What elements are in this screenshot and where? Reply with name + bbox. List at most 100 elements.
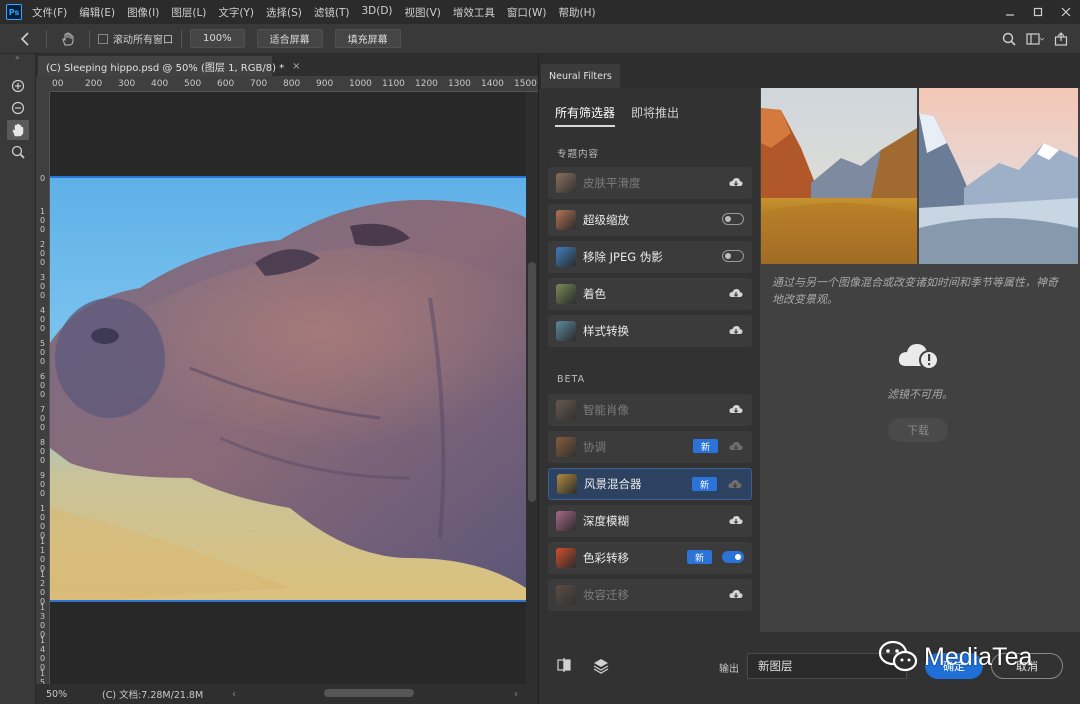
scroll-right-icon[interactable]: ›: [514, 689, 518, 700]
download-button[interactable]: 下载: [888, 418, 948, 442]
menu-item[interactable]: 3D(D): [361, 5, 392, 20]
scroll-all-checkbox[interactable]: [98, 33, 108, 44]
compare-view-icon[interactable]: [557, 658, 571, 675]
cloud-download-icon[interactable]: [728, 287, 744, 299]
filter-item[interactable]: 移除 JPEG 伪影: [548, 241, 752, 273]
status-doc-size[interactable]: (C) 文档:7.28M/21.8M: [102, 687, 203, 701]
filter-thumbnail: [556, 210, 576, 230]
minimize-icon[interactable]: [996, 0, 1024, 24]
filter-name: 色彩转移: [583, 551, 629, 565]
menu-item[interactable]: 选择(S): [266, 5, 302, 20]
wechat-icon: [878, 640, 918, 672]
layers-icon[interactable]: [593, 658, 609, 677]
document-tab[interactable]: (C) Sleeping hippo.psd @ 50% (图层 1, RGB/…: [38, 56, 301, 76]
tab-coming-soon[interactable]: 即将推出: [631, 104, 679, 127]
filter-name: 着色: [583, 287, 606, 301]
filter-toggle[interactable]: [722, 213, 744, 225]
menu-item[interactable]: 编辑(E): [79, 5, 115, 20]
divider: [181, 29, 182, 48]
filter-item[interactable]: 智能肖像: [548, 394, 752, 426]
menu-items: 文件(F) 编辑(E) 图像(I) 图层(L) 文字(Y) 选择(S) 滤镜(T) 3D(D)…: [32, 5, 608, 20]
back-arrow-icon[interactable]: [12, 26, 38, 52]
menu-item[interactable]: 文字(Y): [218, 5, 254, 20]
ruler-tick-label: 6 0 0: [40, 372, 46, 399]
filter-item[interactable]: 深度模糊: [548, 505, 752, 537]
menu-item[interactable]: 增效工具: [453, 5, 495, 20]
workspace-icon[interactable]: [1022, 26, 1048, 52]
cloud-download-icon[interactable]: [728, 514, 744, 526]
ruler-tick-label: 300: [118, 79, 136, 89]
ruler-tick-label: 3 0 0: [40, 273, 46, 300]
menu-item[interactable]: 视图(V): [405, 5, 441, 20]
horizontal-scroll-thumb[interactable]: [324, 689, 414, 697]
zoom-in-icon[interactable]: [7, 76, 29, 96]
filter-item[interactable]: 协调 新: [548, 431, 752, 463]
panel-grip-icon[interactable]: »: [0, 54, 35, 62]
beta-section-heading: BETA: [557, 374, 586, 385]
zoom-tool-icon[interactable]: [7, 142, 29, 162]
filter-toggle[interactable]: [722, 551, 744, 563]
menu-item[interactable]: 文件(F): [32, 5, 67, 20]
filter-unavailable-text: 滤镜不可用。: [887, 388, 953, 401]
filter-thumbnail: [556, 247, 576, 267]
filter-item[interactable]: 风景混合器 新: [548, 468, 752, 500]
filter-name: 智能肖像: [583, 403, 629, 417]
close-tab-icon[interactable]: ×: [292, 61, 300, 72]
fill-screen-button[interactable]: 填充屏幕: [334, 29, 401, 48]
vertical-scrollbar[interactable]: [526, 92, 538, 684]
filter-name: 移除 JPEG 伪影: [583, 250, 663, 264]
vertical-scroll-thumb[interactable]: [528, 262, 536, 502]
cloud-download-icon[interactable]: [728, 440, 744, 452]
featured-section-heading: 专题内容: [557, 149, 600, 160]
ruler-tick-label: 700: [250, 79, 268, 89]
filter-description: 通过与另一个图像混合或改变诸如时间和季节等属性，神奇地改变景观。: [772, 276, 1058, 306]
close-icon[interactable]: [1052, 0, 1080, 24]
filter-item[interactable]: 妆容迁移: [548, 579, 752, 611]
cloud-download-icon[interactable]: [728, 588, 744, 600]
cloud-download-icon[interactable]: [727, 478, 743, 490]
share-icon[interactable]: [1048, 26, 1074, 52]
cloud-download-icon[interactable]: [728, 324, 744, 336]
neural-filters-tab[interactable]: Neural Filters: [541, 64, 620, 88]
ruler-tick-label: 1 5 0 0: [40, 669, 46, 684]
maximize-icon[interactable]: [1024, 0, 1052, 24]
fit-screen-button[interactable]: 适合屏幕: [256, 29, 323, 48]
search-icon[interactable]: [996, 26, 1022, 52]
scroll-left-icon[interactable]: ‹: [232, 689, 236, 700]
filter-actions: [728, 315, 744, 345]
filter-detail-panel: 通过与另一个图像混合或改变诸如时间和季节等属性，神奇地改变景观。 滤镜不可用。 …: [760, 88, 1080, 632]
menu-item[interactable]: 帮助(H): [559, 5, 596, 20]
menu-item[interactable]: 滤镜(T): [314, 5, 350, 20]
hippo-image[interactable]: [50, 176, 526, 602]
zoom-100-button[interactable]: 100%: [190, 29, 245, 48]
new-badge: 新: [686, 550, 712, 564]
cloud-download-icon[interactable]: [728, 176, 744, 188]
hand-tool-icon[interactable]: [55, 26, 81, 52]
menu-item[interactable]: 窗口(W): [507, 5, 547, 20]
ruler-tick-label: 1500: [514, 79, 537, 89]
hand-tool-icon[interactable]: [7, 120, 29, 140]
horizontal-ruler[interactable]: 00 200 300 400 500 600 700 800 900 1000 1100 1200 13…: [50, 76, 538, 92]
filter-name: 协调: [583, 440, 606, 454]
filter-item[interactable]: 样式转换: [548, 315, 752, 347]
vertical-ruler[interactable]: 0 1 0 0 2 0 0 3 0 0 4 0 0 5 0 0 6 0 0 7 0 0 8 0 …: [36, 92, 50, 684]
filter-thumbnail: [556, 511, 576, 531]
filter-actions: [722, 204, 744, 234]
filter-item[interactable]: 着色: [548, 278, 752, 310]
menu-item[interactable]: 图层(L): [171, 5, 206, 20]
filter-item[interactable]: 色彩转移 新: [548, 542, 752, 574]
status-zoom[interactable]: 50%: [46, 689, 102, 700]
filter-item[interactable]: 皮肤平滑度: [548, 167, 752, 199]
filter-toggle[interactable]: [722, 250, 744, 262]
canvas-area[interactable]: [50, 92, 526, 684]
cloud-download-icon[interactable]: [728, 403, 744, 415]
options-bar: 滚动所有窗口 100% 适合屏幕 填充屏幕: [0, 24, 1080, 54]
filter-thumbnail: [556, 585, 576, 605]
photoshop-logo[interactable]: Ps: [6, 4, 22, 20]
filter-item[interactable]: 超级缩放: [548, 204, 752, 236]
document-tab-title: (C) Sleeping hippo.psd @ 50% (图层 1, RGB/…: [46, 62, 285, 74]
menu-item[interactable]: 图像(I): [127, 5, 159, 20]
zoom-out-icon[interactable]: [7, 98, 29, 118]
ruler-tick-label: 1 2 0 0: [40, 570, 46, 606]
tab-all-filters[interactable]: 所有筛选器: [555, 104, 616, 127]
